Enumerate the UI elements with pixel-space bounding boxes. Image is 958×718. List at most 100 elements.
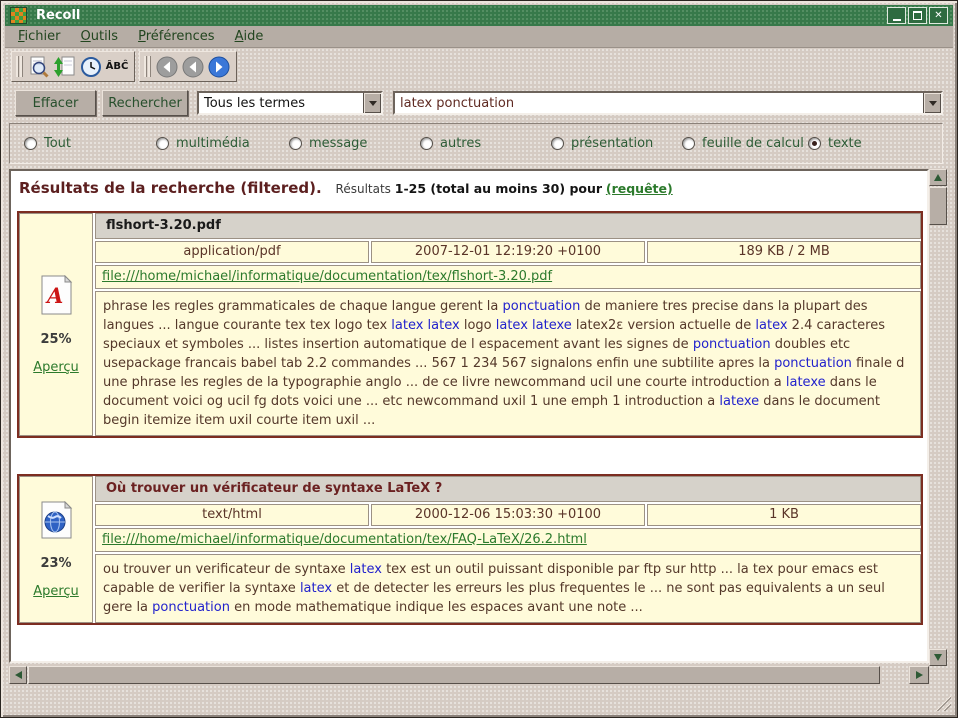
radio-button-icon — [682, 137, 695, 150]
preview-link[interactable]: Aperçu — [33, 584, 79, 599]
menu-item-fichier[interactable]: Fichier — [11, 27, 68, 46]
toolbar-group-tools: ÂBĈ — [11, 51, 135, 82]
result-mime: application/pdf — [95, 241, 369, 263]
triangle-left-icon — [15, 671, 22, 679]
pdf-file-icon: A — [39, 275, 73, 319]
titlebar[interactable]: Recoll ✕ — [5, 5, 953, 26]
previous-page-button[interactable] — [180, 54, 206, 79]
result-date: 2007-12-01 12:19:20 +0100 — [371, 241, 645, 263]
results-area[interactable]: Résultats de la recherche (filtered). Ré… — [9, 169, 929, 663]
chevron-down-icon — [369, 101, 377, 106]
result-url-row: file:///home/michael/informatique/docume… — [95, 528, 921, 552]
result-url-link[interactable]: file:///home/michael/informatique/docume… — [102, 269, 552, 284]
svg-text:A: A — [45, 283, 63, 308]
resize-grip[interactable] — [934, 694, 951, 711]
results-title: Résultats de la recherche (filtered). — [19, 179, 322, 197]
result-mime: text/html — [95, 504, 369, 526]
menu-item-outils[interactable]: Outils — [74, 27, 126, 46]
filter-label: feuille de calcul — [702, 136, 804, 151]
menubar: Fichier Outils Préférences Aide — [5, 26, 953, 48]
results-list: A 25% Aperçu flshort-3.20.pdfapplication/pd… — [11, 211, 927, 625]
search-mode-combobox[interactable]: Tous les termes — [197, 91, 383, 115]
relevance-percent: 25% — [40, 332, 71, 347]
search-query-dropdown-button[interactable] — [923, 93, 941, 113]
next-page-icon — [207, 55, 231, 79]
advanced-search-button[interactable] — [26, 54, 52, 79]
search-mode-value: Tous les termes — [199, 96, 363, 111]
triangle-down-icon — [934, 654, 942, 661]
radio-button-icon — [24, 137, 37, 150]
filter-radio-texte[interactable]: texte — [808, 136, 862, 151]
minimize-button[interactable] — [887, 7, 906, 24]
highlighted-term: latexe — [786, 375, 826, 390]
preview-link[interactable]: Aperçu — [33, 360, 79, 375]
document-history-button[interactable] — [78, 54, 104, 79]
highlighted-term: ponctuation — [774, 356, 852, 371]
result-snippet: phrase les regles grammaticales de chaqu… — [95, 291, 921, 436]
menu-accelerator: F — [18, 29, 25, 44]
menu-item-preferences[interactable]: Préférences — [131, 27, 221, 46]
highlighted-term: latex latex — [391, 318, 459, 333]
window-title: Recoll — [36, 8, 80, 23]
menu-item-aide[interactable]: Aide — [228, 27, 271, 46]
search-query-combobox[interactable] — [393, 91, 943, 115]
toolbar-handle-icon[interactable] — [144, 56, 151, 77]
next-page-button[interactable] — [206, 54, 232, 79]
toolbar-handle-icon[interactable] — [16, 56, 23, 77]
triangle-up-icon — [934, 174, 942, 181]
relevance-percent: 23% — [40, 556, 71, 571]
first-page-icon — [155, 55, 179, 79]
snippet-text: ou trouver un verificateur de syntaxe — [103, 562, 350, 577]
vertical-scroll-thumb[interactable] — [929, 187, 947, 225]
radio-button-icon — [808, 137, 821, 150]
recoll-app-icon — [10, 7, 27, 24]
menu-accelerator: O — [81, 29, 91, 44]
result-metadata-row: text/html2000-12-06 15:03:30 +01001 KB — [95, 504, 921, 526]
results-horizontal-scrollbar[interactable] — [9, 666, 929, 684]
scroll-right-button[interactable] — [909, 666, 929, 684]
filter-label: message — [309, 136, 367, 151]
result-snippet: ou trouver un verificateur de syntaxe la… — [95, 554, 921, 623]
result-date: 2000-12-06 15:03:30 +0100 — [371, 504, 645, 526]
menu-accelerator: A — [235, 29, 244, 44]
first-page-button[interactable] — [154, 54, 180, 79]
result-metadata-row: application/pdf2007-12-01 12:19:20 +0100… — [95, 241, 921, 263]
search-button[interactable]: Rechercher — [102, 90, 188, 116]
minimize-icon — [893, 19, 901, 21]
snippet-text: logo — [460, 318, 496, 333]
highlighted-term: latex — [755, 318, 787, 333]
scroll-up-button[interactable] — [929, 169, 947, 186]
results-header: Résultats de la recherche (filtered). Ré… — [11, 171, 927, 199]
horizontal-scroll-thumb[interactable] — [28, 666, 880, 684]
search-query-input[interactable] — [395, 95, 923, 112]
maximize-button[interactable] — [908, 7, 927, 24]
result-item: A 25% Aperçu flshort-3.20.pdfapplication/pd… — [17, 211, 923, 438]
results-range: 1-25 (total au moins 30) pour — [395, 181, 602, 196]
filter-radio-presentation[interactable]: présentation — [551, 136, 653, 151]
scroll-left-button[interactable] — [9, 666, 27, 684]
search-mode-dropdown-button[interactable] — [363, 93, 381, 113]
results-vertical-scrollbar[interactable] — [929, 169, 947, 666]
filter-radio-autres[interactable]: autres — [420, 136, 481, 151]
filter-radio-feuille-de-calcul[interactable]: feuille de calcul — [682, 136, 804, 151]
query-link[interactable]: (requête) — [606, 181, 673, 196]
filter-radio-message[interactable]: message — [289, 136, 367, 151]
window-controls: ✕ — [887, 7, 948, 24]
result-url-link[interactable]: file:///home/michael/informatique/docume… — [102, 532, 587, 547]
clock-icon — [79, 55, 103, 79]
filter-radio-tout[interactable]: Tout — [24, 136, 71, 151]
close-button[interactable]: ✕ — [929, 7, 948, 24]
scroll-down-button[interactable] — [929, 649, 947, 666]
clear-button[interactable]: Effacer — [15, 90, 96, 116]
radio-button-icon — [420, 137, 433, 150]
term-explorer-button[interactable]: ÂBĈ — [104, 54, 130, 79]
highlighted-term: latex — [350, 562, 382, 577]
term-explorer-icon: ÂBĈ — [106, 61, 129, 72]
highlighted-term: latex — [300, 581, 332, 596]
close-icon: ✕ — [934, 11, 942, 21]
snippet-text: latex2ε version actuelle de — [572, 318, 756, 333]
sort-parameters-button[interactable] — [52, 54, 78, 79]
result-title: flshort-3.20.pdf — [95, 213, 921, 239]
toolbar: ÂBĈ — [5, 48, 953, 83]
filter-radio-multimedia[interactable]: multimédia — [156, 136, 250, 151]
